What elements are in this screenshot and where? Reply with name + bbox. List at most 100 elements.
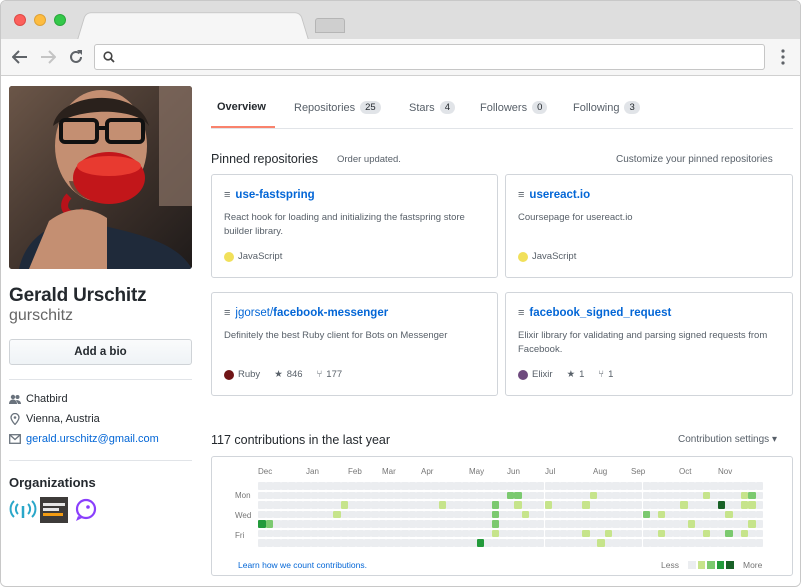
- minimize-window-button[interactable]: [34, 14, 46, 26]
- contribution-day-cell[interactable]: [552, 520, 560, 528]
- contribution-day-cell[interactable]: [717, 520, 726, 528]
- contribution-day-cell[interactable]: [567, 482, 575, 490]
- contribution-day-cell[interactable]: [265, 501, 274, 509]
- contribution-day-cell[interactable]: [725, 501, 733, 509]
- contribution-day-cell[interactable]: [559, 491, 568, 499]
- contribution-day-cell[interactable]: [717, 491, 726, 499]
- contribution-day-cell[interactable]: [371, 529, 379, 537]
- contribution-day-cell[interactable]: [748, 501, 756, 509]
- contribution-day-cell[interactable]: [325, 510, 334, 518]
- contribution-day-cell[interactable]: [318, 529, 326, 537]
- contribution-day-cell[interactable]: [393, 539, 402, 547]
- contribution-day-cell[interactable]: [665, 510, 673, 518]
- contribution-day-cell[interactable]: [280, 529, 289, 537]
- contribution-day-cell[interactable]: [634, 539, 643, 547]
- contribution-day-cell[interactable]: [604, 529, 613, 537]
- contribution-day-cell[interactable]: [363, 510, 372, 518]
- contribution-day-cell[interactable]: [529, 539, 537, 547]
- contribution-day-cell[interactable]: [491, 520, 500, 528]
- contribution-day-cell[interactable]: [280, 510, 289, 518]
- contribution-day-cell[interactable]: [521, 491, 530, 499]
- contribution-day-cell[interactable]: [521, 510, 530, 518]
- contribution-day-cell[interactable]: [469, 501, 477, 509]
- contribution-day-cell[interactable]: [461, 491, 470, 499]
- contribution-day-cell[interactable]: [567, 539, 575, 547]
- contribution-day-cell[interactable]: [325, 501, 334, 509]
- kebab-menu-icon[interactable]: [777, 47, 789, 67]
- contribution-day-cell[interactable]: [552, 491, 560, 499]
- contribution-day-cell[interactable]: [499, 501, 507, 509]
- contribution-day-cell[interactable]: [536, 482, 545, 490]
- contribution-day-cell[interactable]: [476, 529, 485, 537]
- contribution-day-cell[interactable]: [650, 491, 658, 499]
- contribution-day-cell[interactable]: [348, 510, 356, 518]
- contribution-day-cell[interactable]: [499, 520, 507, 528]
- back-arrow-icon[interactable]: [8, 45, 32, 69]
- contribution-day-cell[interactable]: [567, 491, 575, 499]
- contribution-day-cell[interactable]: [356, 491, 364, 499]
- contribution-day-cell[interactable]: [695, 491, 703, 499]
- contribution-day-cell[interactable]: [634, 529, 643, 537]
- contribution-day-cell[interactable]: [356, 529, 364, 537]
- contribution-day-cell[interactable]: [627, 482, 635, 490]
- contribution-day-cell[interactable]: [265, 491, 274, 499]
- contribution-day-cell[interactable]: [371, 482, 379, 490]
- contribution-day-cell[interactable]: [469, 520, 477, 528]
- contribution-day-cell[interactable]: [740, 520, 749, 528]
- contribution-day-cell[interactable]: [295, 539, 304, 547]
- contribution-day-cell[interactable]: [446, 529, 454, 537]
- contribution-day-cell[interactable]: [717, 529, 726, 537]
- contribution-day-cell[interactable]: [258, 510, 266, 518]
- contribution-day-cell[interactable]: [408, 482, 417, 490]
- contribution-day-cell[interactable]: [318, 501, 326, 509]
- contribution-day-cell[interactable]: [529, 491, 537, 499]
- contribution-day-cell[interactable]: [665, 491, 673, 499]
- contribution-day-cell[interactable]: [687, 491, 696, 499]
- contribution-day-cell[interactable]: [408, 491, 417, 499]
- contribution-day-cell[interactable]: [582, 520, 590, 528]
- contribution-day-cell[interactable]: [702, 482, 711, 490]
- contribution-day-cell[interactable]: [717, 501, 726, 509]
- contribution-day-cell[interactable]: [748, 520, 756, 528]
- contribution-day-cell[interactable]: [574, 529, 583, 537]
- contribution-day-cell[interactable]: [529, 510, 537, 518]
- contribution-day-cell[interactable]: [371, 491, 379, 499]
- contribution-day-cell[interactable]: [356, 520, 364, 528]
- contribution-day-cell[interactable]: [733, 529, 741, 537]
- contribution-day-cell[interactable]: [371, 539, 379, 547]
- repo-name-link[interactable]: facebook_signed_request: [529, 307, 671, 319]
- contribution-day-cell[interactable]: [725, 539, 733, 547]
- contribution-day-cell[interactable]: [318, 520, 326, 528]
- contribution-day-cell[interactable]: [755, 529, 764, 537]
- contribution-day-cell[interactable]: [567, 520, 575, 528]
- contribution-day-cell[interactable]: [273, 482, 281, 490]
- contribution-day-cell[interactable]: [431, 510, 439, 518]
- contribution-day-cell[interactable]: [514, 491, 522, 499]
- contribution-day-cell[interactable]: [288, 482, 296, 490]
- contribution-day-cell[interactable]: [484, 501, 492, 509]
- contribution-day-cell[interactable]: [567, 510, 575, 518]
- contribution-day-cell[interactable]: [423, 539, 432, 547]
- contribution-day-cell[interactable]: [717, 482, 726, 490]
- contribution-day-cell[interactable]: [536, 529, 545, 537]
- contribution-day-cell[interactable]: [469, 491, 477, 499]
- contribution-day-cell[interactable]: [740, 501, 749, 509]
- contribution-day-cell[interactable]: [506, 501, 515, 509]
- reload-icon[interactable]: [64, 45, 88, 69]
- contribution-day-cell[interactable]: [265, 529, 274, 537]
- contribution-day-cell[interactable]: [733, 539, 741, 547]
- contribution-day-cell[interactable]: [423, 510, 432, 518]
- new-tab-button[interactable]: [315, 18, 345, 33]
- contribution-day-cell[interactable]: [604, 482, 613, 490]
- contribution-day-cell[interactable]: [619, 520, 628, 528]
- contribution-day-cell[interactable]: [438, 520, 447, 528]
- contribution-day-cell[interactable]: [506, 539, 515, 547]
- contribution-day-cell[interactable]: [702, 510, 711, 518]
- contribution-day-cell[interactable]: [702, 539, 711, 547]
- contribution-day-cell[interactable]: [340, 529, 349, 537]
- contribution-day-cell[interactable]: [386, 529, 394, 537]
- contribution-day-cell[interactable]: [469, 482, 477, 490]
- contribution-day-cell[interactable]: [438, 529, 447, 537]
- contribution-day-cell[interactable]: [431, 482, 439, 490]
- contribution-day-cell[interactable]: [612, 510, 620, 518]
